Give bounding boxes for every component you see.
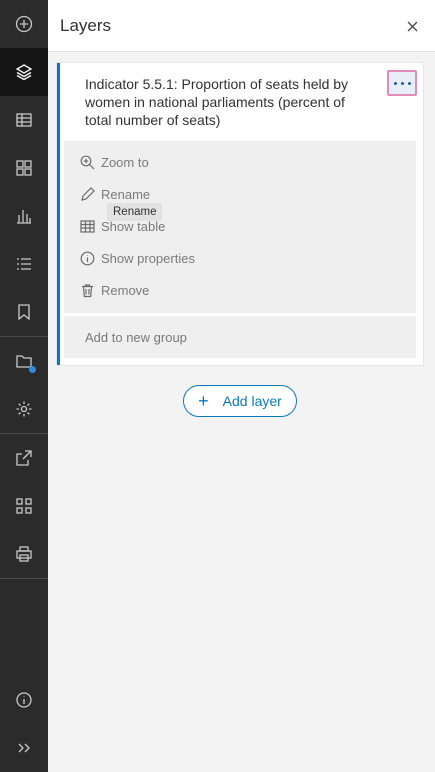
share-button[interactable] [0,434,48,482]
legend-icon [17,258,31,270]
charts-button[interactable] [0,192,48,240]
layer-options-button[interactable] [387,70,417,96]
menu-item-show-properties[interactable]: Show properties [64,242,416,274]
more-dot [393,81,397,85]
settings-button[interactable] [0,385,48,433]
panel-header: Layers [48,0,435,52]
info-icon [80,251,95,265]
left-rail [0,0,48,772]
table-icon [80,219,95,233]
bookmark-icon [18,304,30,321]
layer-item[interactable]: Indicator 5.5.1: Proportion of seats hel… [57,63,423,365]
expand-icon [18,743,30,753]
add-circle-icon [15,15,33,33]
pencil-icon [81,186,95,201]
menu-item-label: Zoom to [101,154,149,170]
info-icon [16,692,32,708]
content-button[interactable] [0,337,48,385]
notification-dot [29,366,36,373]
zoom-in-icon [80,155,95,169]
menu-item-remove[interactable]: Remove [64,274,416,306]
menu-item-label: Remove [101,282,150,298]
more-dot [407,81,411,85]
basemap-gallery-icon [16,160,32,176]
apps-icon [16,498,32,514]
apps-button[interactable] [0,482,48,530]
menu-item-label: Rename [101,186,151,202]
share-icon [16,450,32,466]
layers-panel: Layers Indicator 5.5.1: Proportion of se… [48,0,435,772]
more-dot [400,81,404,85]
add-layer-label: Add layer [222,393,282,409]
layer-title: Indicator 5.5.1: Proportion of seats hel… [85,76,349,128]
charts-icon [17,210,31,224]
rail-divider [0,578,48,579]
layer-options-menu: Zoom to Rename Show table Show propertie… [64,141,416,313]
expand-rail-button[interactable] [0,724,48,772]
table-icon [16,113,32,127]
rename-tooltip: Rename [107,203,163,221]
add-to-new-group-button[interactable]: Add to new group [64,316,416,358]
legend-button[interactable] [0,240,48,288]
close-icon [407,21,417,31]
gear-icon [16,401,32,417]
basemap-button[interactable] [0,144,48,192]
layers-icon [15,64,33,81]
print-button[interactable] [0,530,48,578]
about-button[interactable] [0,676,48,724]
add-layer-button[interactable]: + Add layer [183,385,297,417]
print-icon [16,546,32,562]
layers-button[interactable] [0,48,48,96]
close-button[interactable] [403,17,421,35]
panel-title: Layers [60,16,112,35]
menu-item-label: Show properties [101,250,195,266]
trash-icon [82,283,93,297]
add-data-button[interactable] [0,0,48,48]
plus-icon: + [198,391,209,411]
bookmarks-button[interactable] [0,288,48,336]
menu-item-zoom-to[interactable]: Zoom to [64,146,416,178]
tables-button[interactable] [0,96,48,144]
